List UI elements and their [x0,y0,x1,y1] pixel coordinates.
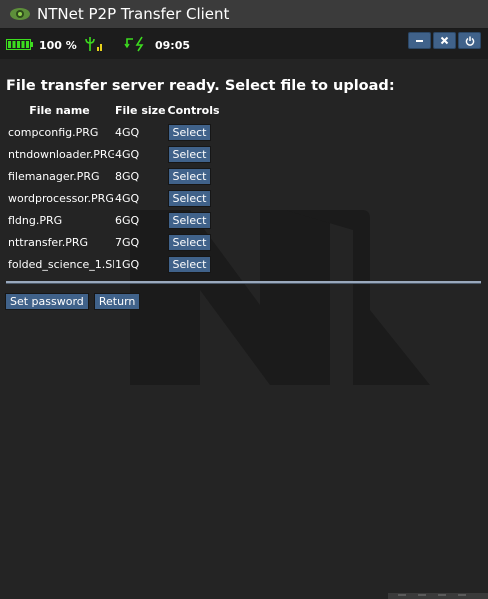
page-heading: File transfer server ready. Select file … [6,78,395,94]
table-row: compconfig.PRG 4GQ Select [5,121,221,143]
select-button[interactable]: Select [167,123,212,141]
column-header-size: File size [115,104,166,117]
select-button[interactable]: Select [167,167,212,185]
eye-icon [10,8,30,20]
file-table: File name File size Controls compconfig.… [5,101,221,275]
close-icon [440,36,449,45]
file-name: compconfig.PRG [8,125,99,139]
table-row: wordprocessor.PRG 4GQ Select [5,187,221,209]
table-row: fldng.PRG 6GQ Select [5,209,221,231]
column-header-name: File name [29,104,90,117]
file-size: 8GQ [115,169,140,183]
file-size: 4GQ [115,147,140,161]
file-size: 1GQ [115,257,140,271]
file-size: 7GQ [115,235,140,249]
table-row: ntndownloader.PRG 4GQ Select [5,143,221,165]
file-name: ntndownloader.PRG [8,147,114,161]
file-name: filemanager.PRG [8,169,100,183]
file-name: wordprocessor.PRG [8,191,114,205]
clock: 09:05 [155,39,191,52]
battery-level: 100 % [39,39,77,52]
select-button[interactable]: Select [167,233,212,251]
column-header-controls: Controls [167,104,220,117]
resize-grip[interactable] [388,591,488,599]
battery-icon [6,39,33,50]
power-icon [465,36,474,46]
file-size: 4GQ [115,191,140,205]
select-button[interactable]: Select [167,145,212,163]
file-name: nttransfer.PRG [8,235,89,249]
select-button[interactable]: Select [167,211,212,229]
action-buttons: Set password Return [5,290,141,310]
minimize-icon [416,40,423,42]
file-name: folded_science_1.SF [8,257,114,271]
power-button[interactable] [458,32,481,49]
signal-icon [85,37,102,51]
close-button[interactable] [433,32,456,49]
table-row: filemanager.PRG 8GQ Select [5,165,221,187]
window-title: NTNet P2P Transfer Client [37,5,230,23]
title-bar: NTNet P2P Transfer Client [0,0,488,29]
file-size: 6GQ [115,213,140,227]
divider [6,281,481,284]
set-password-button[interactable]: Set password [5,293,89,310]
minimize-button[interactable] [408,32,431,49]
return-button[interactable]: Return [93,293,141,310]
file-size: 4GQ [115,125,140,139]
p2p-network-icon [124,36,144,52]
table-row: nttransfer.PRG 7GQ Select [5,231,221,253]
table-header-row: File name File size Controls [5,101,221,121]
file-name: fldng.PRG [8,213,63,227]
select-button[interactable]: Select [167,255,212,273]
select-button[interactable]: Select [167,189,212,207]
table-row: folded_science_1.SF 1GQ Select [5,253,221,275]
